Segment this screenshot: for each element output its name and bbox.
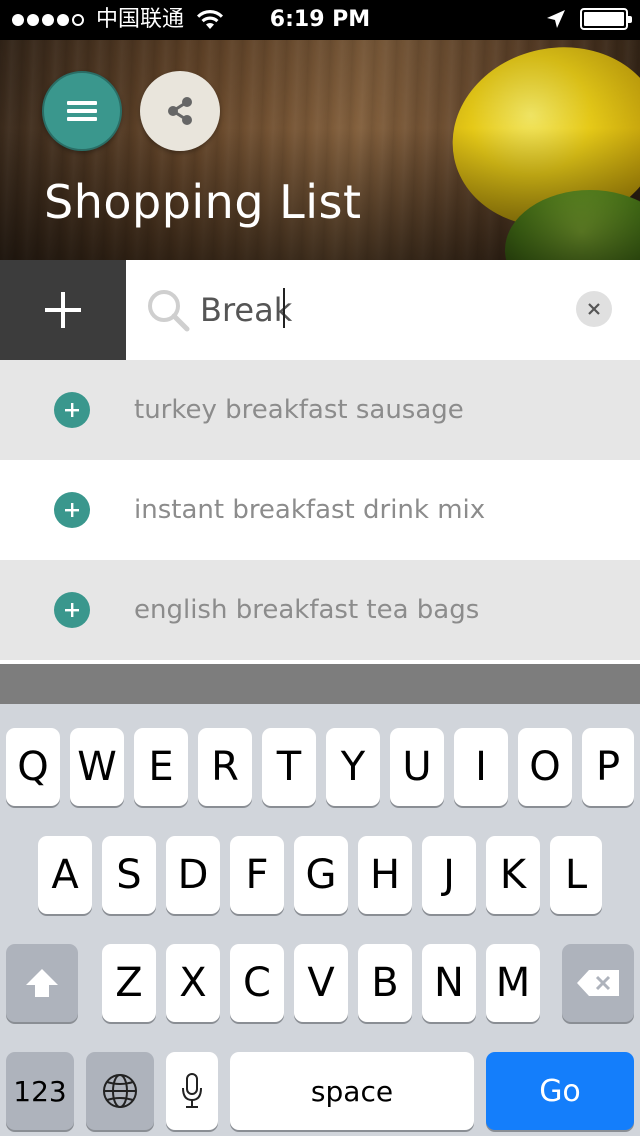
key-e[interactable]: E	[134, 728, 188, 806]
key-l[interactable]: L	[550, 836, 602, 914]
key-n[interactable]: N	[422, 944, 476, 1022]
key-x[interactable]: X	[166, 944, 220, 1022]
search-row	[0, 260, 640, 360]
share-button[interactable]	[140, 71, 220, 151]
key-h[interactable]: H	[358, 836, 412, 914]
plus-icon	[65, 603, 79, 617]
search-input[interactable]	[200, 284, 560, 336]
add-suggestion-icon[interactable]	[54, 492, 90, 528]
delete-key[interactable]	[562, 944, 634, 1022]
key-f[interactable]: F	[230, 836, 284, 914]
status-bar: 中国联通 6:19 PM	[0, 0, 640, 40]
hamburger-icon	[67, 101, 97, 121]
key-d[interactable]: D	[166, 836, 220, 914]
list-item[interactable]: instant breakfast drink mix	[0, 460, 640, 560]
dictation-key[interactable]	[166, 1052, 218, 1130]
share-icon	[168, 97, 192, 125]
key-t[interactable]: T	[262, 728, 316, 806]
key-p[interactable]: P	[582, 728, 634, 806]
list-overflow-area	[0, 664, 640, 704]
add-suggestion-icon[interactable]	[54, 392, 90, 428]
key-g[interactable]: G	[294, 836, 348, 914]
header: Shopping List	[0, 40, 640, 260]
suggestion-list: turkey breakfast sausage instant breakfa…	[0, 360, 640, 660]
space-key[interactable]: space	[230, 1052, 474, 1130]
page-title: Shopping List	[44, 175, 362, 229]
key-y[interactable]: Y	[326, 728, 380, 806]
key-c[interactable]: C	[230, 944, 284, 1022]
key-j[interactable]: J	[422, 836, 476, 914]
globe-key[interactable]	[86, 1052, 154, 1130]
key-w[interactable]: W	[70, 728, 124, 806]
go-key[interactable]: Go	[486, 1052, 634, 1130]
battery-icon	[580, 8, 632, 30]
list-item[interactable]: turkey breakfast sausage	[0, 360, 640, 460]
backspace-icon	[577, 970, 619, 996]
search-icon	[148, 290, 190, 332]
suggestion-label: turkey breakfast sausage	[134, 395, 464, 425]
suggestion-label: english breakfast tea bags	[134, 595, 480, 625]
plus-icon	[65, 403, 79, 417]
keyboard: Q W E R T Y U I O P A S D F G H J K L Z …	[0, 704, 640, 1136]
shift-key[interactable]	[6, 944, 78, 1022]
numbers-key[interactable]: 123	[6, 1052, 74, 1130]
location-arrow-icon	[547, 10, 565, 28]
key-v[interactable]: V	[294, 944, 348, 1022]
key-q[interactable]: Q	[6, 728, 60, 806]
add-item-button[interactable]	[0, 260, 126, 360]
text-caret	[283, 288, 285, 328]
key-b[interactable]: B	[358, 944, 412, 1022]
suggestion-label: instant breakfast drink mix	[134, 495, 486, 525]
globe-icon	[103, 1074, 137, 1108]
plus-icon	[45, 292, 81, 328]
key-k[interactable]: K	[486, 836, 540, 914]
clear-search-button[interactable]	[576, 291, 612, 327]
key-i[interactable]: I	[454, 728, 508, 806]
menu-button[interactable]	[42, 71, 122, 151]
key-a[interactable]: A	[38, 836, 92, 914]
status-right	[546, 8, 632, 30]
key-m[interactable]: M	[486, 944, 540, 1022]
key-o[interactable]: O	[518, 728, 572, 806]
key-u[interactable]: U	[390, 728, 444, 806]
plus-icon	[65, 503, 79, 517]
status-time: 6:19 PM	[269, 7, 371, 32]
key-r[interactable]: R	[198, 728, 252, 806]
key-z[interactable]: Z	[102, 944, 156, 1022]
shift-arrow-icon	[26, 969, 58, 997]
close-icon	[588, 303, 600, 315]
add-suggestion-icon[interactable]	[54, 592, 90, 628]
list-item[interactable]: english breakfast tea bags	[0, 560, 640, 660]
key-s[interactable]: S	[102, 836, 156, 914]
microphone-icon	[182, 1073, 202, 1108]
